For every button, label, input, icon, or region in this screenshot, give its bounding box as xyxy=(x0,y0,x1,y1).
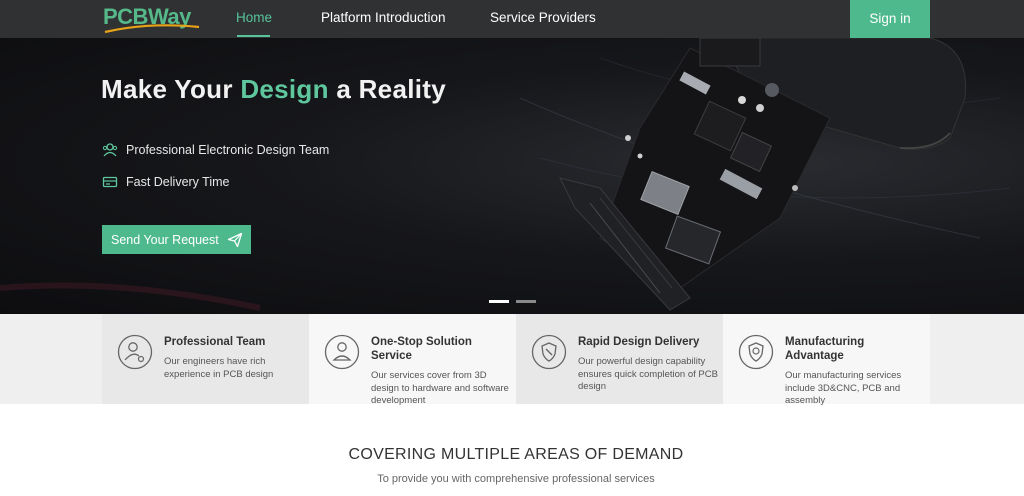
pcbway-logo[interactable]: PCBWay xyxy=(103,4,203,34)
hero-title-part2: a Reality xyxy=(328,74,446,104)
carousel-dot-2[interactable] xyxy=(516,300,536,303)
card-description: Our powerful design capability ensures q… xyxy=(578,356,718,392)
nav-active-indicator xyxy=(237,35,270,37)
card-title: Manufacturing Advantage xyxy=(785,336,865,362)
send-request-label: Send Your Request xyxy=(111,232,219,247)
shield-tool-icon xyxy=(531,334,567,370)
advantages-strip: Professional Team Our engineers have ric… xyxy=(0,314,1024,406)
card-description: Our manufacturing services include 3D&CN… xyxy=(785,370,902,406)
card-professional-team: Professional Team Our engineers have ric… xyxy=(102,314,309,404)
hero-title-accent: Design xyxy=(240,74,329,104)
card-title: Rapid Design Delivery xyxy=(578,336,700,348)
top-nav: PCBWay Home Platform Introduction Servic… xyxy=(0,0,1024,38)
card-manufacturing-advantage: Manufacturing Advantage Our manufacturin… xyxy=(723,314,930,406)
shield-check-icon xyxy=(738,334,774,370)
nav-home[interactable]: Home xyxy=(236,0,272,38)
send-request-button[interactable]: Send Your Request xyxy=(102,225,251,254)
team-icon xyxy=(102,143,118,157)
logo-swoosh-icon xyxy=(104,24,200,34)
sign-in-button[interactable]: Sign in xyxy=(850,0,930,38)
paper-plane-icon xyxy=(227,232,242,247)
card-description: Our services cover from 3D design to har… xyxy=(371,370,509,406)
hero-feature-delivery: Fast Delivery Time xyxy=(102,173,230,191)
hero-feature-team: Professional Electronic Design Team xyxy=(102,141,329,159)
hero-banner: Make Your Design a Reality Professional … xyxy=(0,38,1024,314)
hero-title-part1: Make Your xyxy=(101,74,241,104)
section-title: COVERING MULTIPLE AREAS OF DEMAND xyxy=(348,446,684,463)
card-title: One-Stop Solution Service xyxy=(371,336,472,362)
nav-service-providers[interactable]: Service Providers xyxy=(490,0,596,38)
section-subtitle: To provide you with comprehensive profes… xyxy=(377,473,655,485)
delivery-truck-icon xyxy=(102,176,118,188)
person-icon xyxy=(324,334,360,370)
hero-title: Make Your Design a Reality xyxy=(101,74,446,105)
card-one-stop-solution: One-Stop Solution Service Our services c… xyxy=(309,314,516,406)
card-title: Professional Team xyxy=(164,336,266,348)
hero-feature-team-text: Professional Electronic Design Team xyxy=(126,143,330,157)
card-rapid-design-delivery: Rapid Design Delivery Our powerful desig… xyxy=(516,314,723,404)
hero-feature-delivery-text: Fast Delivery Time xyxy=(126,175,230,189)
person-gear-icon xyxy=(117,334,153,370)
nav-platform-introduction[interactable]: Platform Introduction xyxy=(321,0,446,38)
card-description: Our engineers have rich experience in PC… xyxy=(164,356,274,380)
carousel-dot-1[interactable] xyxy=(489,300,509,303)
